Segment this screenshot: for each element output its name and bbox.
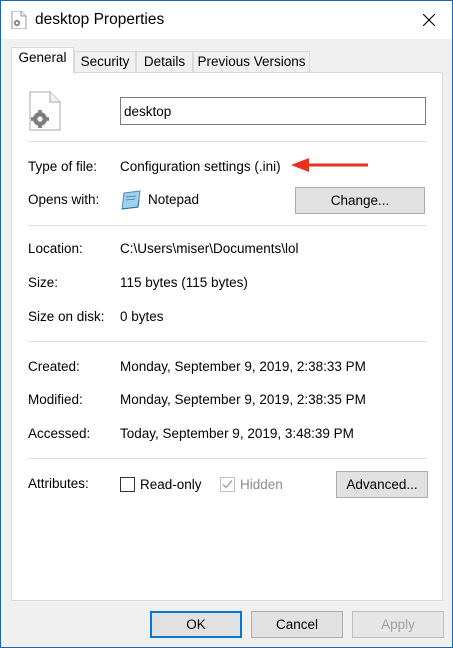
accessed-value: Today, September 9, 2019, 3:48:39 PM bbox=[120, 426, 354, 441]
divider bbox=[28, 225, 426, 226]
ok-button[interactable]: OK bbox=[150, 611, 242, 638]
location-value: C:\Users\miser\Documents\lol bbox=[120, 241, 299, 256]
file-name-input[interactable] bbox=[120, 97, 426, 125]
tab-label: Previous Versions bbox=[197, 54, 306, 69]
created-label: Created: bbox=[28, 359, 80, 374]
tab-label: Details bbox=[143, 54, 186, 69]
attributes-label: Attributes: bbox=[28, 476, 89, 491]
tab-label: Security bbox=[80, 54, 130, 69]
type-of-file-value: Configuration settings (.ini) bbox=[120, 159, 281, 174]
general-panel: Type of file: Configuration settings (.i… bbox=[11, 72, 443, 601]
tab-label: General bbox=[18, 50, 67, 65]
divider bbox=[28, 458, 426, 459]
divider bbox=[28, 341, 426, 342]
modified-value: Monday, September 9, 2019, 2:38:35 PM bbox=[120, 392, 366, 407]
notepad-icon bbox=[121, 190, 141, 210]
title-bar: desktop Properties bbox=[1, 1, 452, 39]
tab-details[interactable]: Details bbox=[136, 51, 193, 73]
opens-with-app: Notepad bbox=[148, 192, 200, 207]
tab-general[interactable]: General bbox=[11, 47, 74, 74]
red-arrow-annotation bbox=[291, 158, 368, 172]
divider bbox=[28, 141, 426, 142]
location-label: Location: bbox=[28, 241, 83, 256]
window-title: desktop Properties bbox=[35, 11, 165, 28]
cancel-button[interactable]: Cancel bbox=[251, 611, 343, 638]
checkmark-icon bbox=[222, 480, 233, 489]
modified-label: Modified: bbox=[28, 392, 83, 407]
accessed-label: Accessed: bbox=[28, 426, 91, 441]
tab-security[interactable]: Security bbox=[74, 51, 136, 73]
hidden-checkbox[interactable] bbox=[220, 477, 235, 492]
size-on-disk-value: 0 bytes bbox=[120, 309, 164, 324]
close-button[interactable] bbox=[406, 1, 452, 39]
advanced-button[interactable]: Advanced... bbox=[336, 471, 428, 498]
settings-file-icon bbox=[29, 91, 61, 131]
created-value: Monday, September 9, 2019, 2:38:33 PM bbox=[120, 359, 366, 374]
apply-button[interactable]: Apply bbox=[352, 611, 444, 638]
read-only-checkbox[interactable] bbox=[120, 477, 135, 492]
tab-previous-versions[interactable]: Previous Versions bbox=[193, 51, 310, 73]
hidden-label[interactable]: Hidden bbox=[240, 477, 283, 492]
change-button[interactable]: Change... bbox=[295, 187, 425, 214]
type-of-file-label: Type of file: bbox=[28, 159, 98, 174]
close-icon bbox=[423, 14, 435, 26]
size-on-disk-label: Size on disk: bbox=[28, 309, 105, 324]
properties-dialog: desktop Properties General Security Deta… bbox=[0, 0, 453, 648]
size-label: Size: bbox=[28, 275, 59, 290]
settings-file-icon bbox=[11, 11, 27, 29]
opens-with-label: Opens with: bbox=[28, 192, 100, 207]
read-only-label[interactable]: Read-only bbox=[140, 477, 202, 492]
size-value: 115 bytes (115 bytes) bbox=[120, 275, 248, 290]
